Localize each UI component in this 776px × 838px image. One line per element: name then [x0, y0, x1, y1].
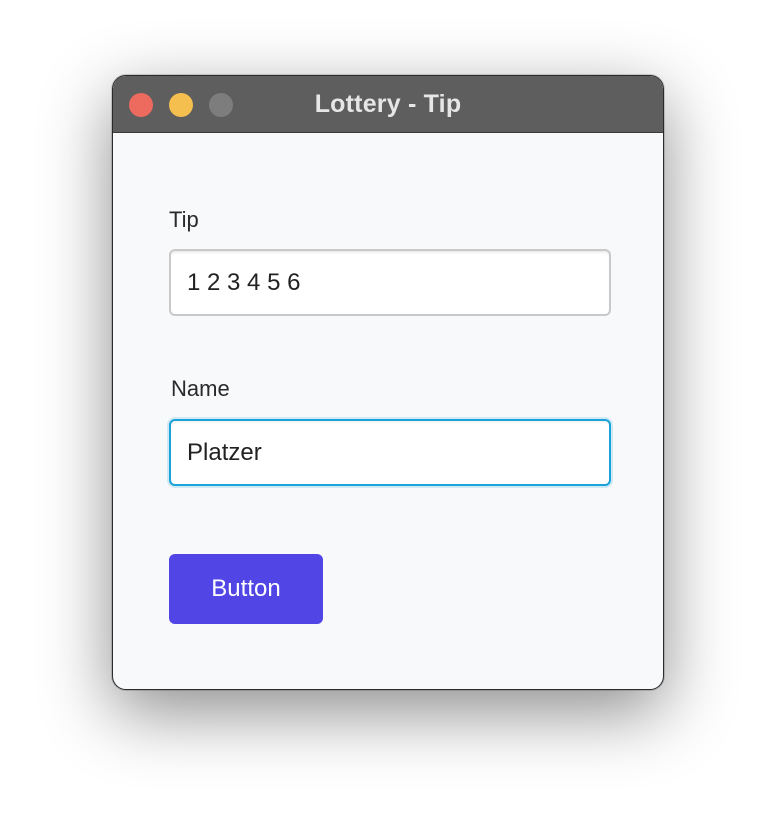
window-title: Lottery - Tip — [314, 90, 462, 118]
submit-button[interactable]: Button — [169, 554, 323, 624]
tip-input[interactable] — [169, 249, 611, 316]
name-input[interactable] — [169, 419, 611, 486]
tip-label: Tip — [169, 207, 199, 232]
app-window: Lottery - Tip Tip Name Button — [112, 75, 664, 690]
title-bar[interactable]: Lottery - Tip — [113, 76, 663, 133]
name-label: Name — [171, 376, 230, 401]
